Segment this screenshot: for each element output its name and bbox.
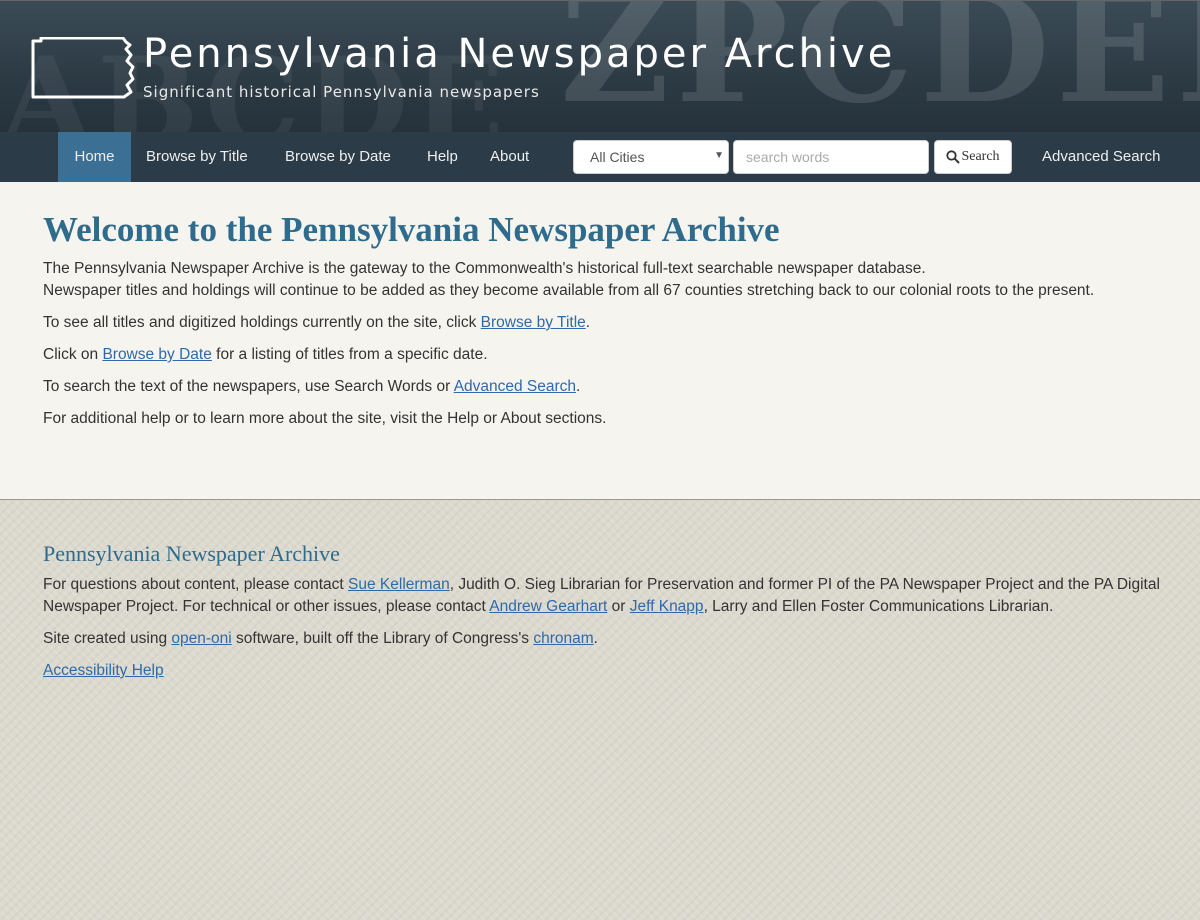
paragraph-text: Click on <box>43 346 103 363</box>
search-paragraph: To search the text of the newspapers, us… <box>43 376 580 398</box>
search-button[interactable]: Search <box>934 140 1012 174</box>
credits-paragraph: Site created using open-oni software, bu… <box>43 628 1163 650</box>
browse-by-date-link[interactable]: Browse by Date <box>102 346 211 363</box>
browse-by-title-link[interactable]: Browse by Title <box>481 314 586 331</box>
paragraph-text: To see all titles and digitized holdings… <box>43 314 481 331</box>
search-input[interactable] <box>733 140 929 174</box>
paragraph-text: To search the text of the newspapers, us… <box>43 378 454 395</box>
open-oni-link[interactable]: open-oni <box>171 630 231 647</box>
chronam-link[interactable]: chronam <box>533 630 593 647</box>
paragraph-text: or <box>607 598 630 615</box>
paragraph-text: For questions about content, please cont… <box>43 576 349 593</box>
paragraph-text: , Larry and Ellen Foster Communications … <box>703 598 1054 615</box>
nav-home[interactable]: Home <box>58 132 131 182</box>
intro-line-1: The Pennsylvania Newspaper Archive is th… <box>43 260 926 277</box>
sue-kellerman-link[interactable]: Sue Kellerman <box>348 576 450 593</box>
site-subtitle: Significant historical Pennsylvania news… <box>143 83 540 101</box>
help-paragraph: For additional help or to learn more abo… <box>43 410 607 427</box>
paragraph-text: . <box>593 630 598 647</box>
accessibility-paragraph: Accessibility Help <box>43 660 1163 682</box>
accessibility-help-link[interactable]: Accessibility Help <box>43 662 164 679</box>
browse-date-paragraph: Click on Browse by Date for a listing of… <box>43 344 488 366</box>
paragraph-text: . <box>576 378 581 395</box>
footer-title: Pennsylvania Newspaper Archive <box>43 541 340 566</box>
andrew-gearhart-link[interactable]: Andrew Gearhart <box>489 598 607 615</box>
nav-browse-by-title[interactable]: Browse by Title <box>146 132 248 182</box>
contact-paragraph: For questions about content, please cont… <box>43 574 1163 618</box>
header-banner: ZPCDEFGH 9ABC ABCDE Pennsylvania Newspap… <box>0 0 1200 132</box>
nav-browse-by-date[interactable]: Browse by Date <box>285 132 391 182</box>
advanced-search-link[interactable]: Advanced Search <box>454 378 576 395</box>
search-icon <box>946 150 961 164</box>
site-footer: Pennsylvania Newspaper Archive For quest… <box>0 501 1200 920</box>
dropdown-arrow-icon: ▼ <box>714 150 724 161</box>
city-select[interactable]: All Cities ▼ <box>573 140 729 174</box>
paragraph-text: for a listing of titles from a specific … <box>211 346 488 363</box>
nav-advanced-search[interactable]: Advanced Search <box>1042 132 1160 182</box>
jeff-knapp-link[interactable]: Jeff Knapp <box>630 598 704 615</box>
pennsylvania-state-outline-icon[interactable] <box>27 37 135 101</box>
city-select-value: All Cities <box>590 149 645 165</box>
nav-help[interactable]: Help <box>427 132 458 182</box>
paragraph-text: . <box>585 314 591 331</box>
page-title: Welcome to the Pennsylvania Newspaper Ar… <box>43 210 780 249</box>
paragraph-text: Site created using <box>43 630 172 647</box>
site-title[interactable]: Pennsylvania Newspaper Archive <box>143 31 895 77</box>
nav-about[interactable]: About <box>490 132 529 182</box>
main-content: Welcome to the Pennsylvania Newspaper Ar… <box>0 182 1200 500</box>
browse-title-paragraph: To see all titles and digitized holdings… <box>43 312 590 334</box>
search-button-label: Search <box>961 149 1000 164</box>
intro-line-2: Newspaper titles and holdings will conti… <box>43 282 1095 299</box>
paragraph-text: software, built off the Library of Congr… <box>231 630 534 647</box>
